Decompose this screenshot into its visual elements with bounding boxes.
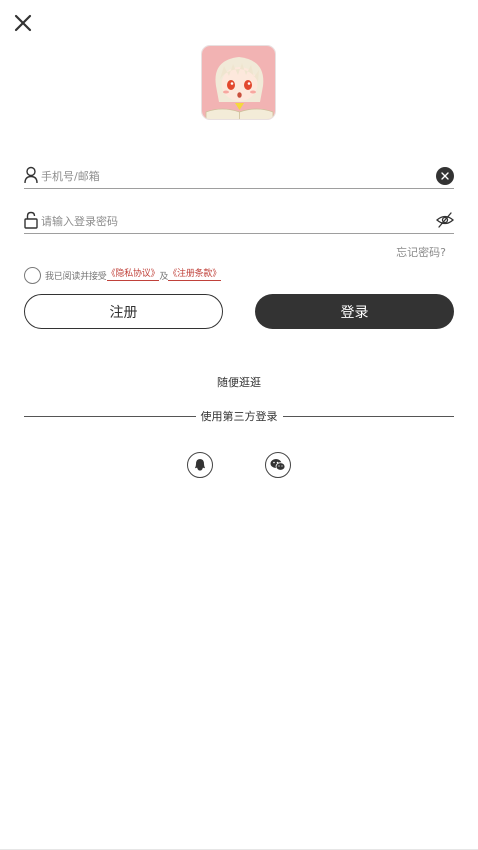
toggle-password-visibility[interactable] xyxy=(436,211,454,229)
account-input[interactable] xyxy=(41,165,431,187)
clear-input-button[interactable] xyxy=(436,167,454,185)
divider-line-left xyxy=(24,415,196,417)
register-button[interactable]: 注册 xyxy=(24,294,223,329)
account-field xyxy=(24,165,454,189)
third-party-divider: 使用第三方登录 xyxy=(24,408,454,424)
password-field xyxy=(24,210,454,234)
third-party-label: 使用第三方登录 xyxy=(200,410,278,423)
browse-as-guest-link[interactable]: 随便逛逛 xyxy=(0,374,478,390)
close-icon xyxy=(14,14,32,32)
app-avatar xyxy=(201,45,276,120)
agreement-checkbox[interactable] xyxy=(24,266,41,284)
user-icon xyxy=(24,166,38,184)
terms-link[interactable]: 《注册条款》 xyxy=(168,269,221,281)
wechat-icon xyxy=(270,459,286,471)
lock-icon xyxy=(24,211,38,229)
eye-slash-icon xyxy=(436,212,454,228)
privacy-policy-link[interactable]: 《隐私协议》 xyxy=(106,269,160,281)
clear-icon xyxy=(441,172,449,180)
forgot-password-link[interactable]: 忘记密码? xyxy=(396,244,446,260)
anime-avatar-logo xyxy=(202,46,275,119)
login-button[interactable]: 登录 xyxy=(255,294,454,329)
agreement-conjunction: 及 xyxy=(159,271,169,282)
divider-line-right xyxy=(282,415,454,417)
close-button[interactable] xyxy=(12,12,34,34)
qq-icon xyxy=(195,459,205,471)
agreement-prefix: 我已阅读并接受 xyxy=(45,271,107,282)
password-input[interactable] xyxy=(41,210,431,232)
qq-login-button[interactable] xyxy=(187,452,213,478)
wechat-login-button[interactable] xyxy=(265,452,291,478)
agreement-row: 我已阅读并接受 《隐私协议》 及 《注册条款》 xyxy=(24,266,221,284)
